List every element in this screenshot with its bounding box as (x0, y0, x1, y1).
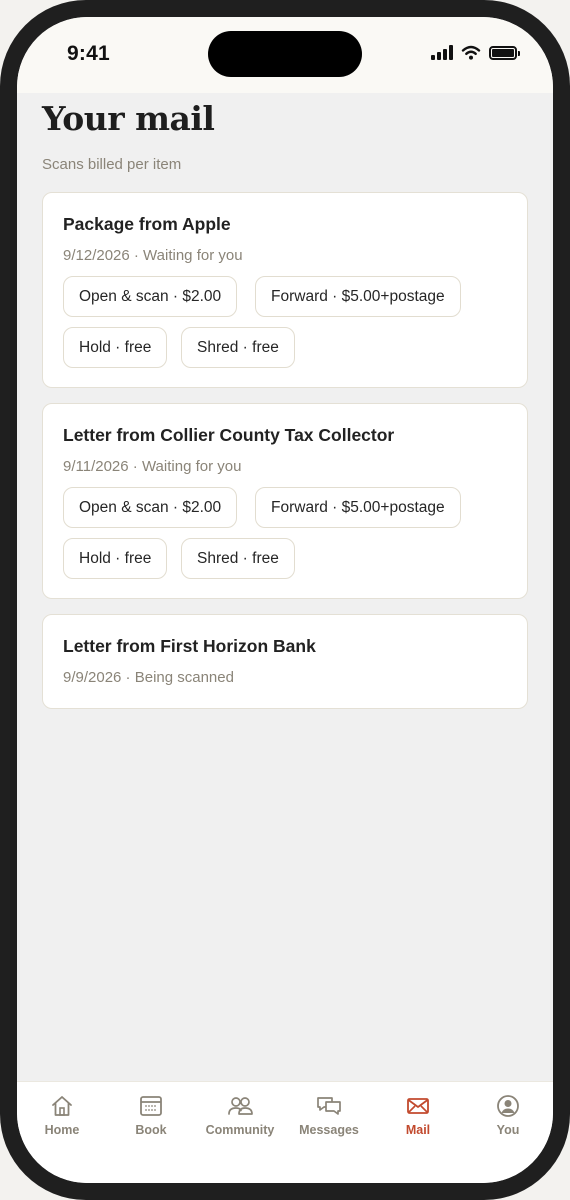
tab-book[interactable]: Book (106, 1094, 196, 1137)
open-scan-button[interactable]: Open & scan · $2.00 (63, 276, 238, 317)
open-scan-button[interactable]: Open & scan · $2.00 (63, 487, 238, 528)
tab-label: Mail (405, 1123, 431, 1137)
home-icon (52, 1096, 72, 1116)
battery-icon (489, 45, 520, 60)
tab-label: Messages (299, 1123, 359, 1137)
tab-community[interactable]: Community (195, 1094, 285, 1137)
shred-button[interactable]: Shred · free (181, 327, 295, 368)
status-time: 9:41 (67, 42, 110, 65)
mail-item-title: Package from Apple (63, 214, 231, 234)
tab-label: Home (44, 1123, 80, 1137)
mail-item-title: Letter from Collier County Tax Collector (63, 425, 395, 445)
people-icon (228, 1097, 253, 1115)
forward-button[interactable]: Forward · $5.00+postage (255, 276, 461, 317)
tab-label: Community (205, 1123, 275, 1137)
dynamic-island (208, 31, 362, 77)
tab-bar: Home Book Community Messages Mail You (17, 1081, 553, 1183)
mail-item-meta: 9/11/2026 · Waiting for you (63, 458, 242, 475)
user-circle-icon (497, 1095, 519, 1117)
mail-item-card[interactable]: Letter from Collier County Tax Collector… (42, 403, 528, 599)
shred-button[interactable]: Shred · free (181, 538, 295, 579)
calendar-icon (140, 1096, 162, 1116)
mail-item-meta: 9/9/2026 · Being scanned (63, 669, 234, 686)
mail-item-meta: 9/12/2026 · Waiting for you (63, 247, 243, 264)
mail-content: Your mail Scans billed per item Package … (42, 99, 528, 709)
page-title: Your mail (42, 99, 215, 138)
status-icons (431, 45, 520, 60)
tab-home[interactable]: Home (17, 1094, 107, 1137)
tab-you[interactable]: You (463, 1094, 553, 1137)
hold-button[interactable]: Hold · free (63, 327, 168, 368)
forward-button[interactable]: Forward · $5.00+postage (255, 487, 461, 528)
device-frame: 9:41 Your mail Scans billed per item Pac… (0, 0, 570, 1200)
billing-subtitle: Scans billed per item (42, 156, 182, 173)
mail-item-title: Letter from First Horizon Bank (63, 636, 316, 656)
tab-mail[interactable]: Mail (373, 1094, 463, 1137)
tab-messages[interactable]: Messages (284, 1094, 374, 1137)
tab-label: Book (135, 1123, 167, 1137)
hold-button[interactable]: Hold · free (63, 538, 168, 579)
screen: 9:41 Your mail Scans billed per item Pac… (17, 17, 553, 1183)
status-bar: 9:41 (17, 17, 553, 93)
cellular-signal-icon (431, 45, 453, 60)
chat-bubbles-icon (317, 1097, 341, 1115)
envelope-icon (407, 1098, 429, 1114)
mail-item-card[interactable]: Package from Apple 9/12/2026 · Waiting f… (42, 192, 528, 388)
mail-item-card[interactable]: Letter from First Horizon Bank 9/9/2026 … (42, 614, 528, 709)
wifi-icon (461, 45, 481, 60)
tab-label: You (496, 1123, 520, 1137)
